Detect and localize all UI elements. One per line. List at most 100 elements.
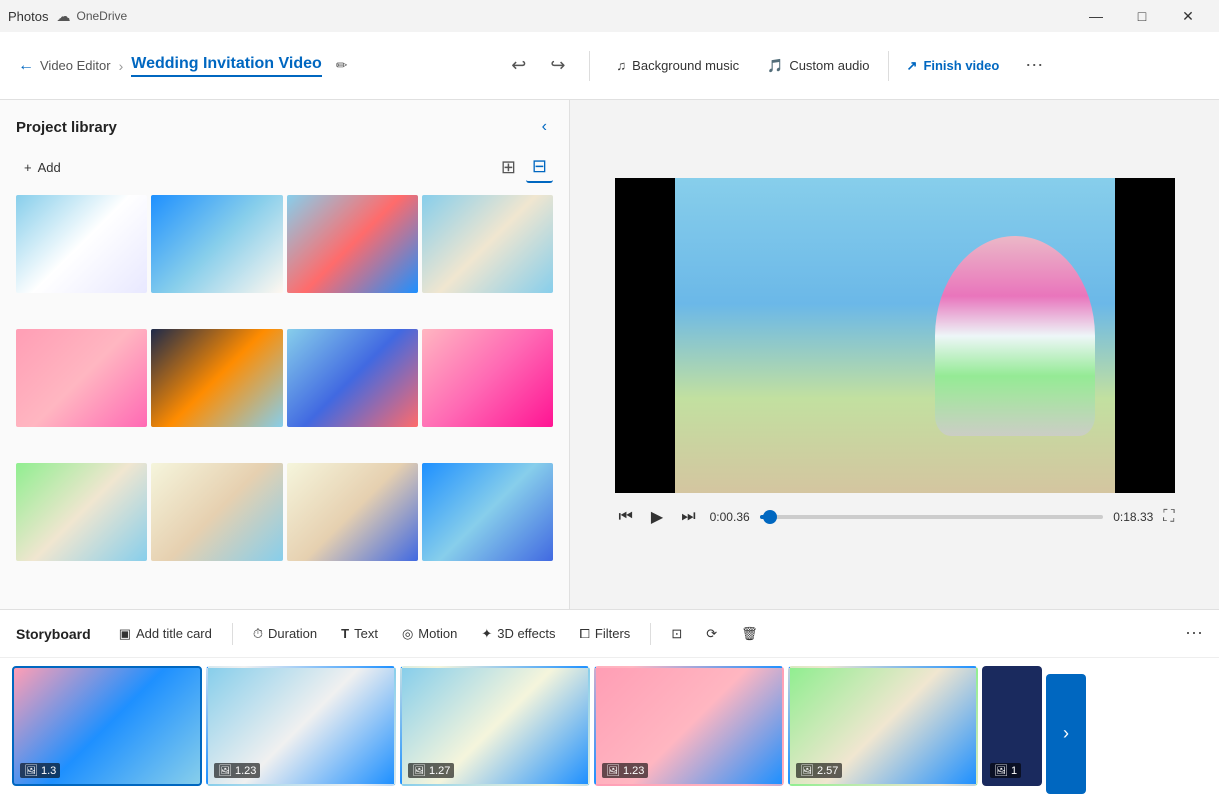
filters-icon: ⧠ (580, 626, 590, 642)
breadcrumb-current: Wedding Invitation Video (131, 55, 322, 77)
view-large-button[interactable]: ⊞ (495, 152, 522, 183)
split-icon: ⊡ (671, 626, 682, 642)
edit-title-icon[interactable]: ✏ (336, 57, 348, 74)
storyboard-clip[interactable]: 🖼 1.27 (400, 666, 590, 786)
split-button[interactable]: ⊡ (663, 621, 690, 647)
duration-label: Duration (268, 626, 317, 641)
storyboard-sep-1 (232, 623, 233, 645)
photo-thumb[interactable] (16, 463, 147, 561)
video-preview (615, 178, 1175, 493)
add-label: Add (38, 160, 61, 175)
clip-duration-value: 1.23 (235, 765, 256, 777)
panel-collapse-button[interactable]: ‹ (536, 116, 553, 138)
clip-image-icon: 🖼 (800, 764, 814, 777)
photo-thumb[interactable] (16, 329, 147, 427)
undo-redo-group: ↩ ↪ (503, 51, 573, 80)
storyboard-more-button[interactable]: ⋯ (1185, 623, 1203, 644)
photo-thumb[interactable] (16, 195, 147, 293)
toolbar-separator-2 (888, 51, 889, 81)
minimize-button[interactable]: — (1073, 0, 1119, 32)
close-button[interactable]: ✕ (1165, 0, 1211, 32)
photo-thumb[interactable] (422, 329, 553, 427)
custom-audio-label: Custom audio (789, 58, 869, 73)
step-forward-button[interactable]: ⏭ (677, 504, 699, 530)
photo-thumb[interactable] (422, 463, 553, 561)
text-icon: T (341, 626, 349, 641)
add-title-card-label: Add title card (136, 626, 212, 641)
text-button[interactable]: T Text (333, 621, 386, 646)
redo-button[interactable]: ↪ (542, 51, 573, 80)
photo-thumb[interactable] (287, 463, 418, 561)
breadcrumb-parent[interactable]: Video Editor (40, 58, 111, 73)
clip-duration-value: 1.3 (41, 765, 56, 777)
fullscreen-button[interactable]: ⛶ (1163, 508, 1174, 526)
photo-thumb[interactable] (287, 329, 418, 427)
photo-thumb[interactable] (151, 329, 282, 427)
play-button[interactable]: ▶ (647, 503, 667, 531)
undo-button[interactable]: ↩ (503, 51, 534, 80)
clips-next-button[interactable]: › (1046, 674, 1086, 794)
photo-thumb[interactable] (151, 463, 282, 561)
time-current: 0:00.36 (710, 510, 750, 524)
progress-thumb[interactable] (763, 510, 777, 524)
photo-thumb[interactable] (151, 195, 282, 293)
clip-image-icon: 🖼 (412, 764, 426, 777)
storyboard-clip[interactable]: 🖼 1.3 (12, 666, 202, 786)
storyboard-clip[interactable]: 🖼 1.23 (594, 666, 784, 786)
delete-icon: 🗑 (741, 626, 758, 642)
delete-clip-button[interactable]: 🗑 (733, 621, 766, 647)
3d-effects-icon: ✦ (481, 626, 492, 642)
view-small-button[interactable]: ⊟ (526, 152, 553, 183)
panel-title: Project library (16, 119, 117, 136)
add-media-button[interactable]: + Add (16, 156, 69, 179)
storyboard-title: Storyboard (16, 626, 91, 642)
photo-thumb[interactable] (422, 195, 553, 293)
3d-effects-label: 3D effects (497, 626, 555, 641)
duration-button[interactable]: ⏱ Duration (245, 621, 325, 647)
speed-button[interactable]: ⟳ (698, 621, 725, 647)
motion-button[interactable]: ◎ Motion (394, 621, 465, 647)
storyboard-clip[interactable]: 🖼 2.57 (788, 666, 978, 786)
clip-duration-value: 2.57 (817, 765, 838, 777)
storyboard-clip[interactable]: 🖼 1 (982, 666, 1042, 786)
custom-audio-button[interactable]: 🎵 Custom audio (757, 52, 879, 80)
progress-bar[interactable] (760, 515, 1104, 519)
progress-bar-wrapper[interactable] (760, 515, 1104, 519)
back-icon: ← (18, 57, 34, 75)
toolbar-separator-1 (589, 51, 590, 81)
background-music-button[interactable]: ♫ Background music (606, 52, 749, 79)
clip-duration-value: 1.27 (429, 765, 450, 777)
video-preview-panel: ⏮ ▶ ⏭ 0:00.36 0:18.33 ⛶ (570, 100, 1219, 609)
clip-duration: 🖼 1 (990, 763, 1021, 778)
motion-label: Motion (418, 626, 457, 641)
app-toolbar: ← Video Editor › Wedding Invitation Vide… (0, 32, 1219, 100)
view-toggle: ⊞ ⊟ (495, 152, 553, 183)
panel-toolbar: + Add ⊞ ⊟ (16, 152, 553, 183)
add-title-card-icon: ▣ (119, 626, 131, 642)
finish-video-button[interactable]: ↗ Finish video (897, 52, 1010, 80)
back-button[interactable]: ← (12, 51, 40, 81)
video-preview-inner (615, 178, 1175, 493)
toolbar-center: ↩ ↪ ♫ Background music 🎵 Custom audio ↗ … (348, 51, 1207, 81)
duration-icon: ⏱ (253, 626, 263, 642)
video-background (615, 178, 1175, 493)
3d-effects-button[interactable]: ✦ 3D effects (473, 621, 563, 647)
clip-duration-value: 1.23 (623, 765, 644, 777)
photo-thumb[interactable] (287, 195, 418, 293)
app-title: Photos (8, 9, 48, 24)
background-music-label: Background music (632, 58, 739, 73)
filters-button[interactable]: ⧠ Filters (572, 621, 639, 647)
storyboard-clip[interactable]: 🖼 1.23 (206, 666, 396, 786)
title-bar-left: Photos ☁ OneDrive (8, 8, 127, 25)
onedrive-label: OneDrive (76, 9, 127, 23)
clip-duration: 🖼 2.57 (796, 763, 842, 778)
toolbar-more-button[interactable]: ⋯ (1017, 51, 1051, 80)
add-title-card-button[interactable]: ▣ Add title card (111, 621, 220, 647)
step-back-button[interactable]: ⏮ (615, 504, 637, 530)
maximize-button[interactable]: □ (1119, 0, 1165, 32)
clip-duration: 🖼 1.23 (214, 763, 260, 778)
storyboard-section: Storyboard ▣ Add title card ⏱ Duration T… (0, 609, 1219, 809)
time-total: 0:18.33 (1113, 510, 1153, 524)
speed-icon: ⟳ (706, 626, 717, 642)
share-icon: ↗ (907, 58, 918, 74)
